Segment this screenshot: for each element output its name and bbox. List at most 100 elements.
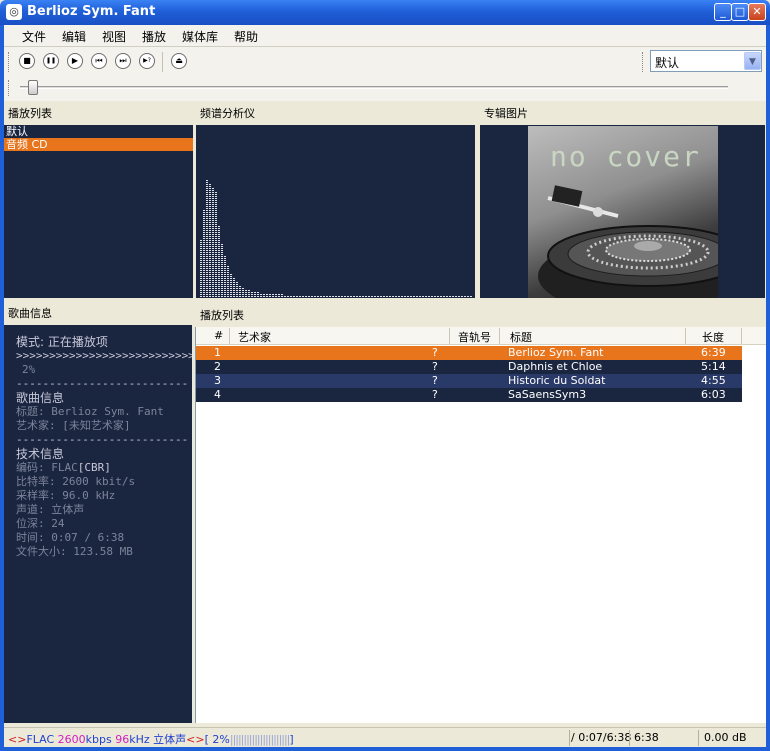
spectrum-bar-segment [233,282,235,283]
app-icon[interactable]: ◎ [6,4,22,20]
menu-edit[interactable]: 编辑 [62,28,86,45]
pause-button[interactable]: ❚❚ [43,53,59,69]
spectrum-bar-segment [353,296,355,297]
spectrum-bar-segment [203,286,205,287]
minimize-button[interactable]: _ [714,3,732,21]
spectrum-bar-segment [203,238,205,239]
spectrum-bar-segment [221,256,223,257]
column-track-number[interactable]: 音轨号 [458,329,491,345]
info-divider: -------------------------- [16,433,189,446]
spectrum-bar-segment [236,284,238,285]
spectrum-bar-segment [218,244,220,245]
random-button[interactable]: ▶? [139,53,155,69]
spectrum-bar-segment [230,290,232,291]
spectrum-bar-segment [440,296,442,297]
menu-file[interactable]: 文件 [22,28,46,45]
spectrum-bar-segment [203,296,205,297]
spectrum-bar-segment [380,296,382,297]
spectrum-bar-segment [338,296,340,297]
spectrum-bar-segment [209,230,211,231]
spectrum-bar-segment [209,202,211,203]
spectrum-bar-segment [212,238,214,239]
spectrum-bar-segment [200,280,202,281]
open-button[interactable]: ⏏ [171,53,187,69]
status-samplerate-unit: kHz [129,733,150,746]
spectrum-bar-segment [227,288,229,289]
spectrum-bar-segment [236,282,238,283]
spectrum-bar-segment [200,256,202,257]
spectrum-bar-segment [206,272,208,273]
spectrum-bar-segment [215,292,217,293]
column-length[interactable]: 长度 [702,329,724,345]
spectrum-bar-segment [383,296,385,297]
next-button[interactable]: ⏭ [115,53,131,69]
spectrum-bar-segment [233,278,235,279]
chevron-down-icon[interactable]: ▼ [744,52,761,70]
track-row[interactable]: 4 ? SaSaensSym3 6:03 [196,388,742,402]
menu-library[interactable]: 媒体库 [182,28,218,45]
spectrum-bar-segment [209,264,211,265]
spectrum-bar-segment [212,288,214,289]
spectrum-bar-segment [212,236,214,237]
track-row[interactable]: 1 ? Berlioz Sym. Fant 6:39 [196,346,742,360]
spectrum-bar-segment [398,296,400,297]
spectrum-bar-segment [281,294,283,295]
seek-track[interactable] [20,86,728,89]
column-divider[interactable] [499,328,500,344]
column-title[interactable]: 标题 [510,329,532,345]
track-row[interactable]: 2 ? Daphnis et Chloe 5:14 [196,360,742,374]
spectrum-bar-segment [227,272,229,273]
playlist-item-default[interactable]: 默认 [4,125,193,138]
menu-view[interactable]: 视图 [102,28,126,45]
spectrum-bar-segment [341,296,343,297]
spectrum-bar-segment [224,258,226,259]
menu-help[interactable]: 帮助 [234,28,258,45]
column-artist[interactable]: 艺术家 [238,329,271,345]
spectrum-bar-segment [215,196,217,197]
track-list[interactable]: # 艺术家 音轨号 标题 长度 1 ? Berlioz Sym. Fant 6:… [195,327,766,723]
toolbar-grip[interactable] [642,52,645,72]
spectrum-analyzer [196,125,475,298]
maximize-button[interactable]: □ [731,3,749,21]
seek-thumb[interactable] [28,80,38,95]
spectrum-bar-segment [248,296,250,297]
spectrum-bar-segment [203,290,205,291]
spectrum-bar-segment [236,296,238,297]
track-info-panel: 模式: 正在播放项 >>>>>>>>>>>>>>>>>>>>>>>>>>>> 2… [4,325,192,723]
previous-button[interactable]: ⏮ [91,53,107,69]
column-divider[interactable] [685,328,686,344]
spectrum-bar-segment [248,294,250,295]
spectrum-bar-segment [329,296,331,297]
spectrum-bar-segment [206,270,208,271]
spectrum-bar-segment [227,276,229,277]
column-divider[interactable] [229,328,230,344]
column-divider[interactable] [449,328,450,344]
spectrum-bar-segment [212,292,214,293]
menu-playback[interactable]: 播放 [142,28,166,45]
spectrum-bar-segment [218,282,220,283]
playlist-item-audio-cd[interactable]: 音频 CD [4,138,193,151]
spectrum-bar-segment [293,296,295,297]
toolbar-grip[interactable] [8,52,11,72]
spectrum-bar-segment [254,294,256,295]
spectrum-bar-segment [410,296,412,297]
spectrum-bar-segment [239,296,241,297]
spectrum-bar-segment [203,264,205,265]
spectrum-bar-segment [236,290,238,291]
toolbar-grip[interactable] [8,80,11,96]
spectrum-bar-segment [215,220,217,221]
preset-value: 默认 [655,56,680,70]
playlist-manager[interactable]: 默认 音频 CD [4,125,193,298]
spectrum-bar-segment [254,292,256,293]
spectrum-bar-segment [218,284,220,285]
stop-button[interactable]: ■ [19,53,35,69]
column-number[interactable]: # [214,329,223,342]
random-icon: ▶? [143,57,151,64]
close-button[interactable]: ✕ [748,3,766,21]
play-button[interactable]: ▶ [67,53,83,69]
spectrum-bar-segment [203,282,205,283]
track-row[interactable]: 3 ? Historic du Soldat 4:55 [196,374,742,388]
column-divider[interactable] [741,328,742,344]
spectrum-bar-segment [215,224,217,225]
status-volume[interactable]: 0.00 dB [704,731,747,744]
